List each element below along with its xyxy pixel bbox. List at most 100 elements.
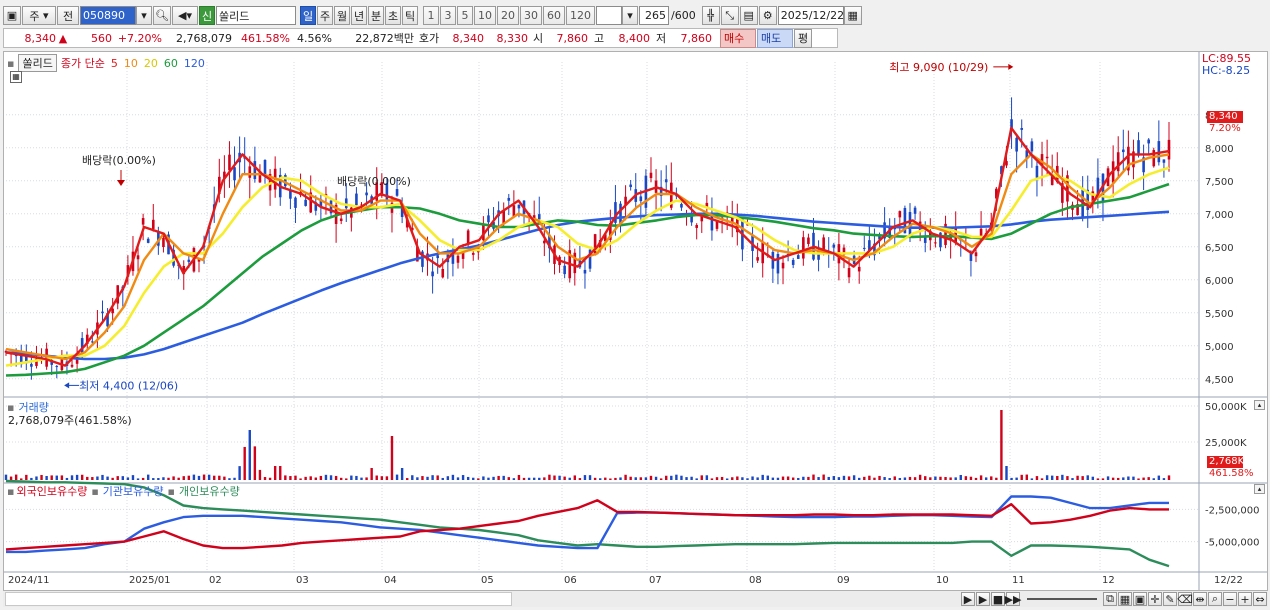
panel-collapse-icon-2[interactable]: ▴ bbox=[1254, 484, 1265, 494]
scroll-right-icon[interactable]: ▶ bbox=[961, 592, 975, 606]
prev-button[interactable]: 전 bbox=[57, 6, 79, 25]
candle-body-169 bbox=[862, 247, 866, 249]
volume-bar-61 bbox=[314, 477, 317, 480]
minute-button-7[interactable]: 120 bbox=[566, 6, 595, 25]
volume-bar-64 bbox=[329, 475, 333, 480]
horizontal-scrollbar[interactable] bbox=[5, 592, 512, 606]
copy-icon[interactable]: ⧉ bbox=[1103, 592, 1117, 606]
stop-icon[interactable]: ■ bbox=[991, 592, 1005, 606]
volume-bar-91 bbox=[466, 476, 470, 480]
volume-bar-133 bbox=[680, 475, 683, 480]
volume-bar-0 bbox=[4, 474, 8, 480]
zoom-in-icon[interactable]: + bbox=[1238, 592, 1252, 606]
minute-button-4[interactable]: 20 bbox=[497, 6, 519, 25]
eraser-icon[interactable]: ⌫ bbox=[1177, 592, 1193, 606]
volume-bar-125 bbox=[639, 477, 643, 480]
period-button-5[interactable]: 초 bbox=[385, 6, 401, 25]
speaker-icon[interactable]: ◀▾ bbox=[172, 6, 198, 25]
candle-body-71 bbox=[365, 192, 368, 196]
volume-bar-221 bbox=[1127, 476, 1130, 480]
minute-button-1[interactable]: 3 bbox=[440, 6, 456, 25]
volume-bar-6 bbox=[35, 476, 38, 480]
magnify-icon[interactable]: ⌕ bbox=[1208, 592, 1222, 606]
fit-icon[interactable]: ⇔ bbox=[1253, 592, 1267, 606]
period-button-2[interactable]: 월 bbox=[334, 6, 350, 25]
sell-button[interactable]: 매도 bbox=[757, 28, 793, 48]
candle-body-69 bbox=[355, 193, 358, 206]
chart-canvas[interactable]: 8,5008,0007,5007,0006,5006,0005,5005,000… bbox=[4, 52, 1267, 590]
grid-icon[interactable]: ▦ bbox=[1118, 592, 1132, 606]
image-icon[interactable]: ▣ bbox=[1133, 592, 1147, 606]
stock-name-tag[interactable]: 쏠리드 bbox=[18, 54, 57, 72]
zoom-slider[interactable] bbox=[1027, 598, 1097, 600]
panel-menu-icon[interactable]: ▪ bbox=[7, 57, 14, 70]
period-button-6[interactable]: 틱 bbox=[402, 6, 418, 25]
volume-bar-57 bbox=[294, 475, 297, 480]
candle-body-183 bbox=[934, 242, 937, 244]
volume-bar-20 bbox=[106, 476, 109, 480]
volume-bar-43 bbox=[223, 476, 226, 480]
volume-bar-70 bbox=[360, 477, 363, 480]
holdings-menu-icon[interactable]: ▪ bbox=[7, 485, 14, 498]
count-input[interactable]: 265 bbox=[639, 6, 669, 25]
window-menu-icon[interactable]: ▣ bbox=[3, 6, 21, 25]
ruler-icon[interactable]: ⇹ bbox=[1193, 592, 1207, 606]
pen-icon[interactable]: ✎ bbox=[1163, 592, 1177, 606]
volume-bar-72 bbox=[370, 468, 373, 480]
trade-amount: 22,872백만 bbox=[355, 32, 414, 45]
crosshair-icon[interactable]: ✛ bbox=[1148, 592, 1162, 606]
evaluate-button[interactable]: 평 bbox=[794, 28, 812, 48]
volume-bar-31 bbox=[162, 477, 165, 480]
x-tick-label-13: 12/22 bbox=[1214, 575, 1243, 586]
minute-button-6[interactable]: 60 bbox=[543, 6, 565, 25]
volume-bar-59 bbox=[304, 476, 307, 480]
minute-button-5[interactable]: 30 bbox=[520, 6, 542, 25]
table-toggle-icon[interactable]: ▦ bbox=[10, 71, 22, 83]
holdings-menu-icon-2[interactable]: ▪ bbox=[91, 485, 98, 498]
hc-label: HC:-8.25 bbox=[1202, 64, 1251, 77]
current-volume-tag: 2,768K bbox=[1207, 456, 1245, 468]
volume-bar-104 bbox=[532, 477, 536, 480]
volume-bar-66 bbox=[339, 477, 343, 480]
zoom-out-icon[interactable]: − bbox=[1223, 592, 1237, 606]
interval-dropdown-icon[interactable]: ▾ bbox=[622, 6, 638, 25]
fast-forward-icon[interactable]: ▶▶ bbox=[1005, 592, 1021, 606]
search-icon[interactable]: 🔍︎ bbox=[153, 6, 171, 25]
stock-code-input[interactable]: 050890 bbox=[80, 6, 136, 25]
volume-bar-71 bbox=[365, 477, 368, 480]
period-button-3[interactable]: 년 bbox=[351, 6, 367, 25]
volume-bar-121 bbox=[619, 477, 622, 480]
chart-area[interactable]: 8,5008,0007,5007,0006,5006,0005,5005,000… bbox=[3, 51, 1268, 591]
minute-button-2[interactable]: 5 bbox=[457, 6, 473, 25]
stock-name-field[interactable]: 쏠리드 bbox=[216, 6, 296, 25]
calendar-icon[interactable]: ▦ bbox=[843, 6, 862, 25]
market-select-button[interactable]: 주 ▾ bbox=[22, 6, 56, 25]
volume-bar-223 bbox=[1137, 478, 1140, 480]
period-button-0[interactable]: 일 bbox=[300, 6, 316, 25]
code-dropdown-icon[interactable]: ▾ bbox=[136, 6, 152, 25]
holdings-menu-icon-3[interactable]: ▪ bbox=[168, 485, 175, 498]
high-label: 고 bbox=[593, 32, 605, 45]
save-icon[interactable]: ▤ bbox=[739, 6, 758, 25]
panel-collapse-icon[interactable]: ▴ bbox=[1254, 400, 1265, 410]
candle-type-icon[interactable]: ╬ bbox=[701, 6, 720, 25]
volume-bar-47 bbox=[243, 446, 246, 480]
settings-gear-icon[interactable]: ⚙ bbox=[758, 6, 777, 25]
current-price: 8,340 bbox=[24, 31, 57, 45]
play-icon[interactable]: ▶ bbox=[976, 592, 990, 606]
draw-tools-icon[interactable]: ⤡ bbox=[720, 6, 739, 25]
date-input[interactable]: 2025/12/22 bbox=[777, 6, 844, 25]
interval-input[interactable] bbox=[596, 6, 622, 25]
volume-tick-label-1: 25,000K bbox=[1205, 438, 1247, 449]
minute-button-3[interactable]: 10 bbox=[474, 6, 496, 25]
minute-button-0[interactable]: 1 bbox=[423, 6, 439, 25]
buy-button[interactable]: 매수 bbox=[720, 28, 756, 48]
volume-bar-85 bbox=[436, 475, 439, 480]
volume-bar-176 bbox=[898, 477, 902, 480]
volume-bar-103 bbox=[527, 477, 531, 480]
volume-bar-25 bbox=[131, 475, 135, 480]
period-button-1[interactable]: 주 bbox=[317, 6, 333, 25]
volume-bar-74 bbox=[380, 476, 384, 480]
period-button-4[interactable]: 분 bbox=[368, 6, 384, 25]
volume-bar-3 bbox=[20, 478, 23, 480]
